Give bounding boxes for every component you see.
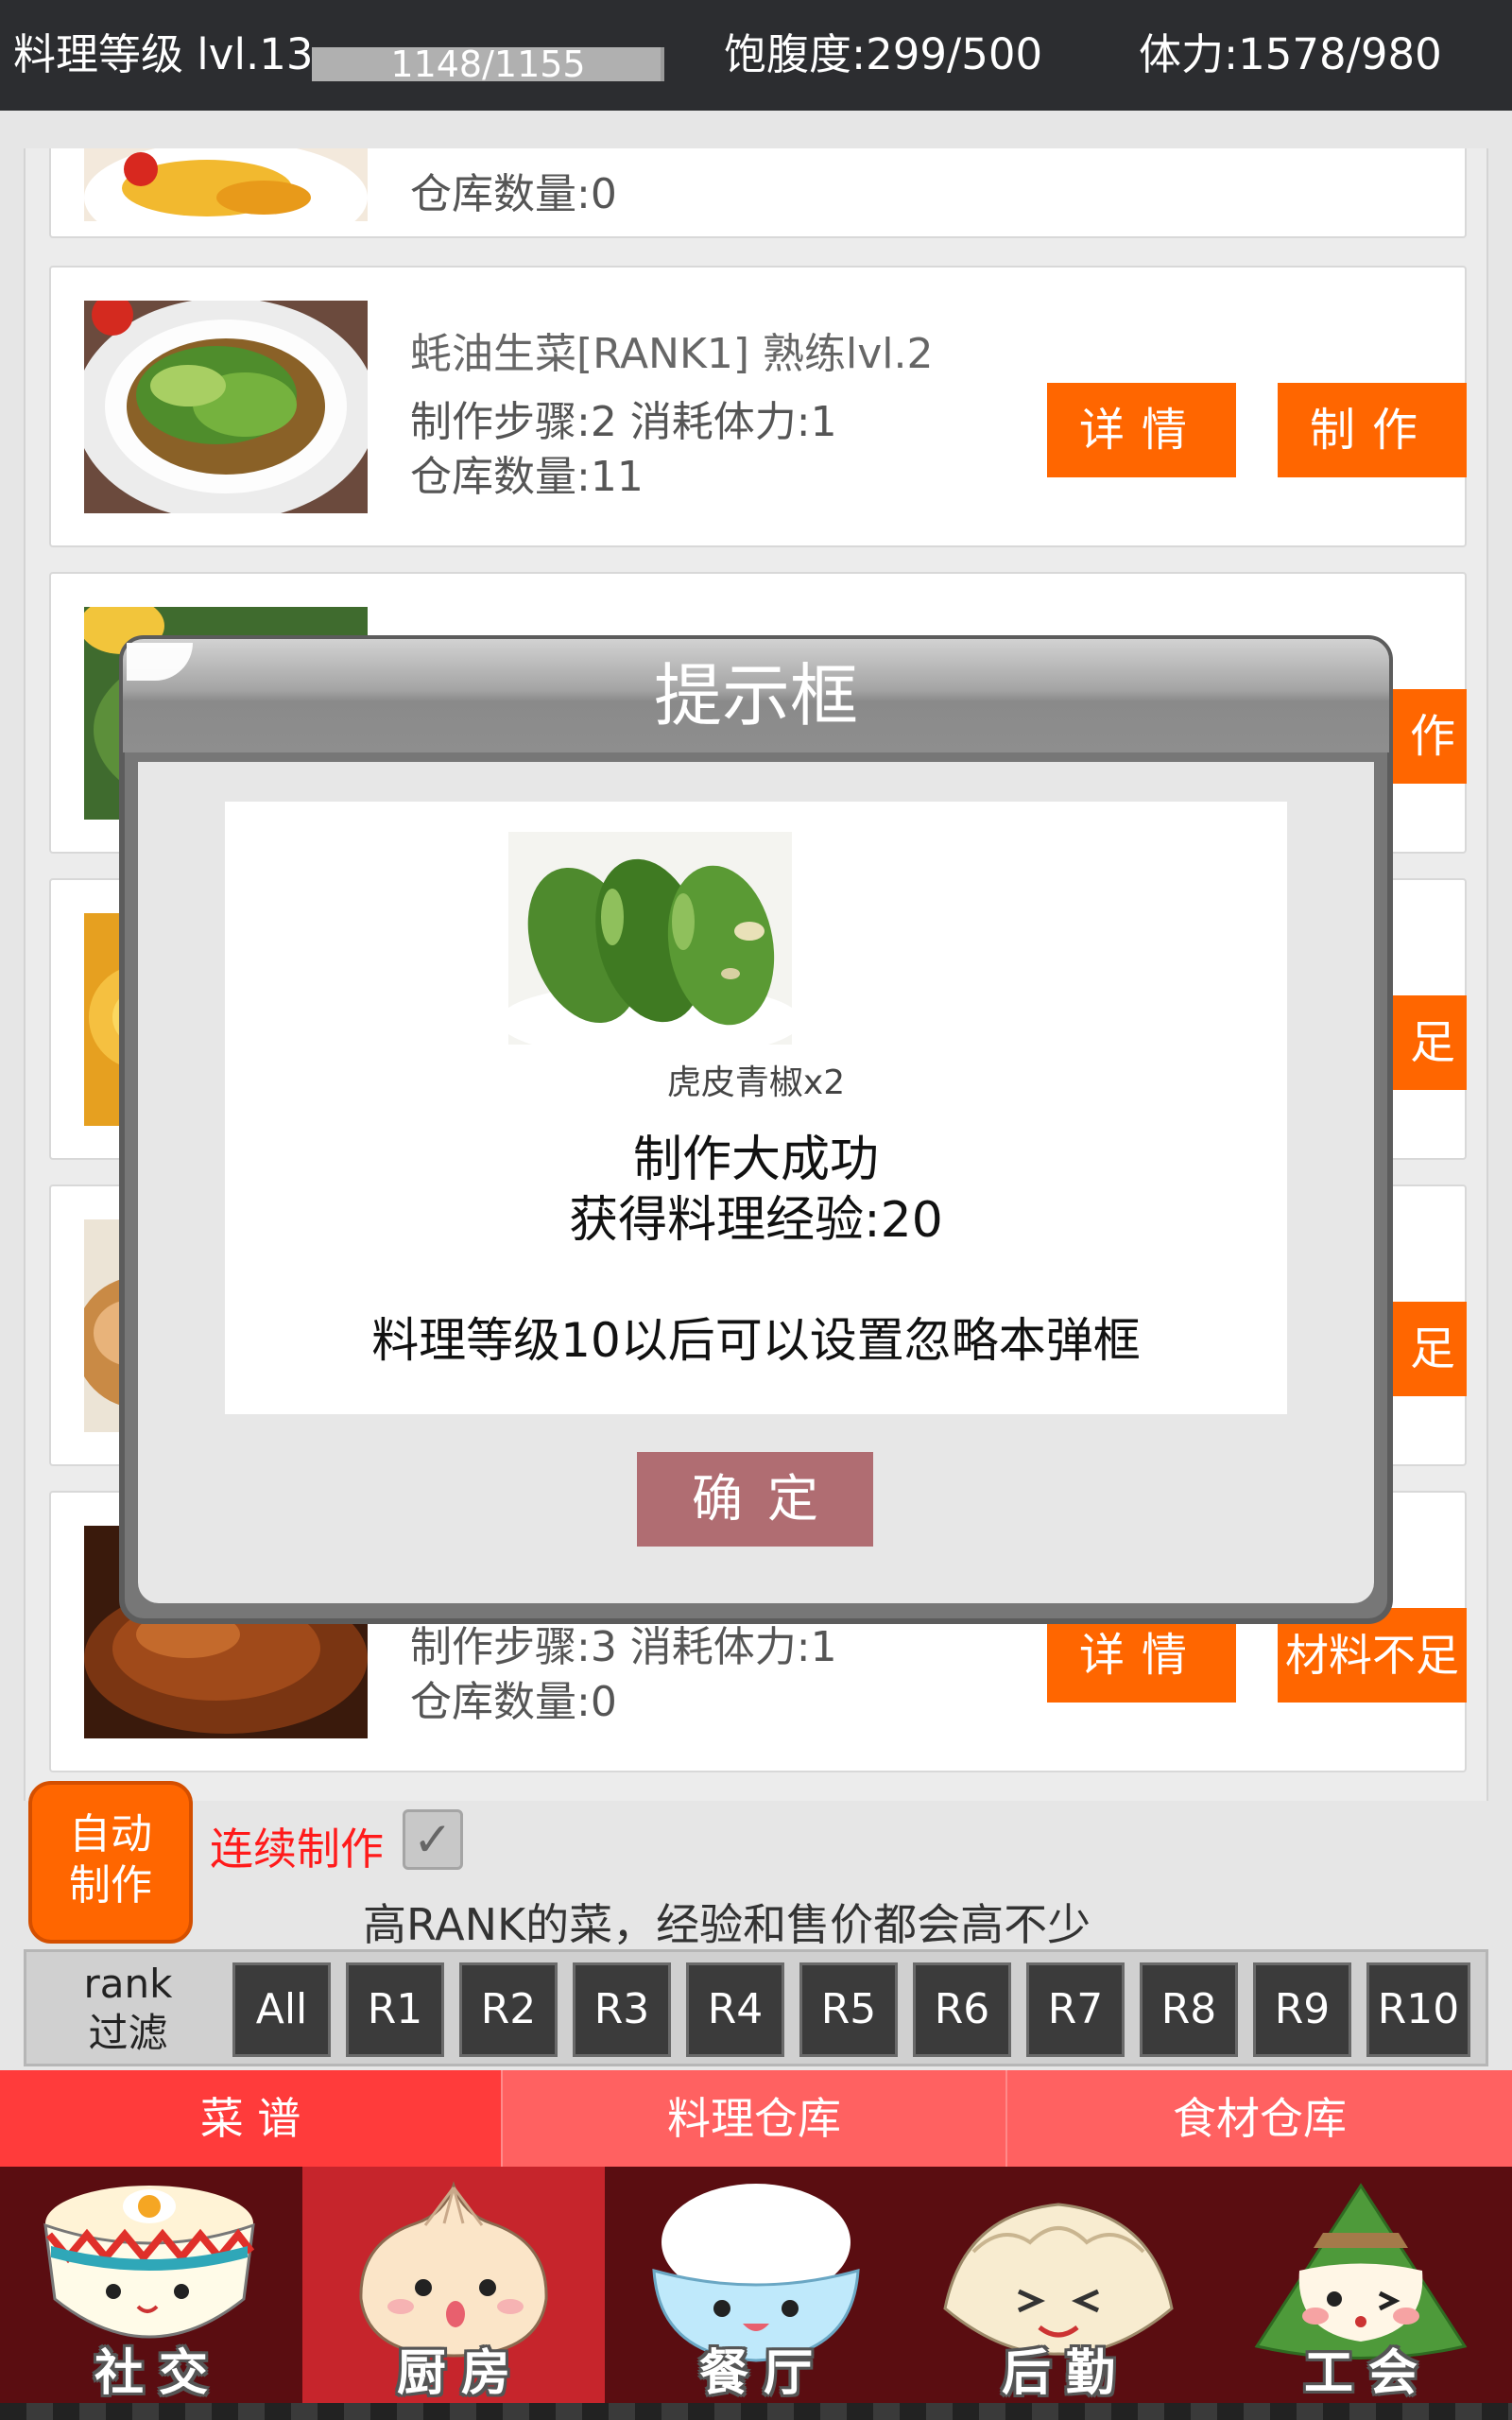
rank-filter-r4[interactable]: R4 [686,1962,784,2057]
rank-filter-r1[interactable]: R1 [346,1962,444,2057]
rank-filter-r6[interactable]: R6 [913,1962,1011,2057]
rank-filter-r5[interactable]: R5 [799,1962,898,2057]
stamina-value: 体力:1578/980 [1139,29,1442,79]
auto-make-label-1: 自动 [69,1810,152,1858]
recipe-thumbnail[interactable] [84,148,368,221]
detail-button[interactable]: 详情 [1047,383,1236,477]
nav-social[interactable]: 社交 [0,2167,302,2403]
status-bar: 料理等级 lvl.13 1148/1155 饱腹度:299/500 体力:157… [0,0,1512,111]
recipe-card: 蚝油生菜[RANK1] 熟练lvl.2 制作步骤:2 消耗体力:1 仓库数量:1… [49,266,1467,547]
recipe-stock: 仓库数量:11 [410,453,644,501]
recipe-stock: 仓库数量:0 [410,1678,617,1726]
recipe-thumbnail[interactable] [84,301,368,513]
nav-logistics-label: 后勤 [1001,2345,1130,2402]
rank-filter-r2[interactable]: R2 [459,1962,558,2057]
nav-restaurant[interactable]: 餐厅 [605,2167,907,2403]
continuous-make-checkbox[interactable]: ✓ [403,1809,463,1870]
exp-gained-text: 获得料理经验:20 [569,1192,943,1249]
bottom-nav: 社交 厨房 餐厅 后勤 工会 [0,2167,1512,2420]
xp-progress-bar: 1148/1155 [312,43,664,85]
rank-filter-label-line1: rank [83,1961,173,2007]
rank-filter-r10[interactable]: R10 [1366,1962,1470,2057]
storage-tabs: 菜 谱 料理仓库 食材仓库 [0,2070,1512,2167]
recipe-stock: 仓库数量:0 [410,170,617,218]
rank-filter-label-line2: 过滤 [88,2010,168,2056]
nav-guild-label: 工会 [1303,2345,1433,2402]
satiety-value: 饱腹度:299/500 [724,29,1043,79]
cooking-level: 料理等级 lvl.13 [13,29,314,79]
rank-filter-r3[interactable]: R3 [573,1962,671,2057]
checkmark-icon: ✓ [413,1812,453,1867]
item-image [508,832,792,1045]
nav-kitchen[interactable]: 厨房 [302,2167,605,2403]
nav-kitchen-label: 厨房 [396,2345,525,2402]
dialog-note: 料理等级10以后可以设置忽略本弹框 [371,1313,1141,1368]
recipe-steps: 制作步骤:2 消耗体力:1 [410,398,837,446]
item-name: 虎皮青椒x2 [666,1063,846,1102]
rank-filter-label: rank 过滤 [26,1960,230,2058]
nav-restaurant-label: 餐厅 [698,2345,828,2402]
recipe-title: 蚝油生菜[RANK1] 熟练lvl.2 [410,330,934,378]
nav-logistics[interactable]: 后勤 [907,2167,1210,2403]
auto-make-label-2: 制作 [69,1861,152,1910]
make-button[interactable]: 制作 [1278,383,1467,477]
tab-dish-storage[interactable]: 料理仓库 [503,2070,1005,2167]
dialog-title: 提示框 [653,656,858,735]
continuous-make-label: 连续制作 [210,1824,384,1875]
rank-hint-text: 高RANK的菜，经验和售价都会高不少 [363,1899,1091,1950]
result-dialog: 提示框 虎皮青椒x2 制作大成功 获得料理经验:20 料理等级10以后可以设置忽… [119,635,1393,1624]
rank-filter-r9[interactable]: R9 [1253,1962,1351,2057]
auto-make-button[interactable]: 自动 制作 [28,1781,193,1944]
dialog-header: 提示框 [123,639,1389,752]
rank-filter-bar: rank 过滤 All R1 R2 R3 R4 R5 R6 R7 R8 R9 R… [24,1949,1488,2066]
rank-filter-r8[interactable]: R8 [1140,1962,1238,2057]
nav-social-label: 社交 [94,2345,223,2402]
confirm-button[interactable]: 确定 [637,1452,873,1547]
nav-guild[interactable]: 工会 [1210,2167,1512,2403]
xp-progress-text: 1148/1155 [390,43,586,85]
tab-ingredient-storage[interactable]: 食材仓库 [1007,2070,1512,2167]
rank-filter-r7[interactable]: R7 [1026,1962,1125,2057]
bottom-decor-strip [0,2403,1512,2420]
tab-recipes[interactable]: 菜 谱 [0,2070,501,2167]
recipe-card: 仓库数量:0 [49,148,1467,238]
rank-filter-all[interactable]: All [232,1962,331,2057]
